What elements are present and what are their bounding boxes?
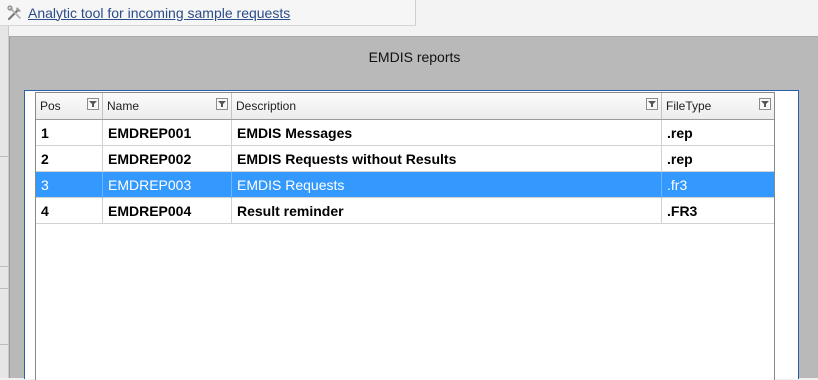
cell-description: Result reminder bbox=[232, 198, 662, 224]
app-tab[interactable]: Analytic tool for incoming sample reques… bbox=[0, 0, 416, 26]
table-row[interactable]: 3 EMDREP003 EMDIS Requests .fr3 bbox=[36, 172, 774, 198]
cell-name: EMDREP001 bbox=[103, 120, 232, 146]
table-row[interactable]: 2 EMDREP002 EMDIS Requests without Resul… bbox=[36, 146, 774, 172]
filter-icon[interactable] bbox=[87, 98, 99, 110]
dialog-title: EMDIS reports bbox=[368, 49, 461, 65]
grid-header: Pos Name Description FileType bbox=[36, 93, 774, 120]
column-header-description[interactable]: Description bbox=[232, 93, 662, 119]
reports-grid: Pos Name Description FileType 1 EMDREP00… bbox=[35, 92, 775, 380]
cell-filetype: .fr3 bbox=[667, 177, 688, 193]
filter-icon[interactable] bbox=[646, 98, 658, 110]
filter-icon[interactable] bbox=[216, 98, 228, 110]
cell-filetype: .rep bbox=[667, 151, 693, 167]
app-tab-title: Analytic tool for incoming sample reques… bbox=[28, 4, 291, 21]
tools-icon bbox=[6, 4, 24, 22]
filter-icon[interactable] bbox=[759, 98, 771, 110]
cell-filetype: .FR3 bbox=[667, 203, 698, 219]
cell-pos: 2 bbox=[36, 146, 103, 172]
cell-description: EMDIS Messages bbox=[232, 120, 662, 146]
cell-description: EMDIS Requests bbox=[232, 172, 662, 198]
table-row[interactable]: 1 EMDREP001 EMDIS Messages .rep bbox=[36, 120, 774, 146]
cell-name: EMDREP002 bbox=[103, 146, 232, 172]
cell-filetype: .rep bbox=[667, 125, 693, 141]
cell-name: EMDREP004 bbox=[103, 198, 232, 224]
cell-name: EMDREP003 bbox=[103, 172, 232, 198]
table-row[interactable]: 4 EMDREP004 Result reminder .FR3 bbox=[36, 198, 774, 224]
cell-pos: 4 bbox=[36, 198, 103, 224]
emdis-reports-dialog: EMDIS reports Pos Name Description FileT… bbox=[9, 36, 818, 380]
cell-description: EMDIS Requests without Results bbox=[232, 146, 662, 172]
cell-pos: 3 bbox=[36, 172, 103, 198]
column-header-label: Name bbox=[107, 99, 140, 113]
column-header-name[interactable]: Name bbox=[103, 93, 232, 119]
grid-body: 1 EMDREP001 EMDIS Messages .rep 2 EMDREP… bbox=[36, 120, 774, 224]
column-header-label: FileType bbox=[666, 99, 712, 113]
column-header-label: Description bbox=[236, 99, 297, 113]
cell-pos: 1 bbox=[36, 120, 103, 146]
column-header-filetype[interactable]: FileType bbox=[662, 93, 774, 119]
background-left-strip bbox=[0, 26, 9, 378]
column-header-label: Pos bbox=[40, 99, 61, 113]
dialog-content-panel: Pos Name Description FileType 1 EMDREP00… bbox=[24, 90, 799, 380]
column-header-pos[interactable]: Pos bbox=[36, 93, 103, 119]
